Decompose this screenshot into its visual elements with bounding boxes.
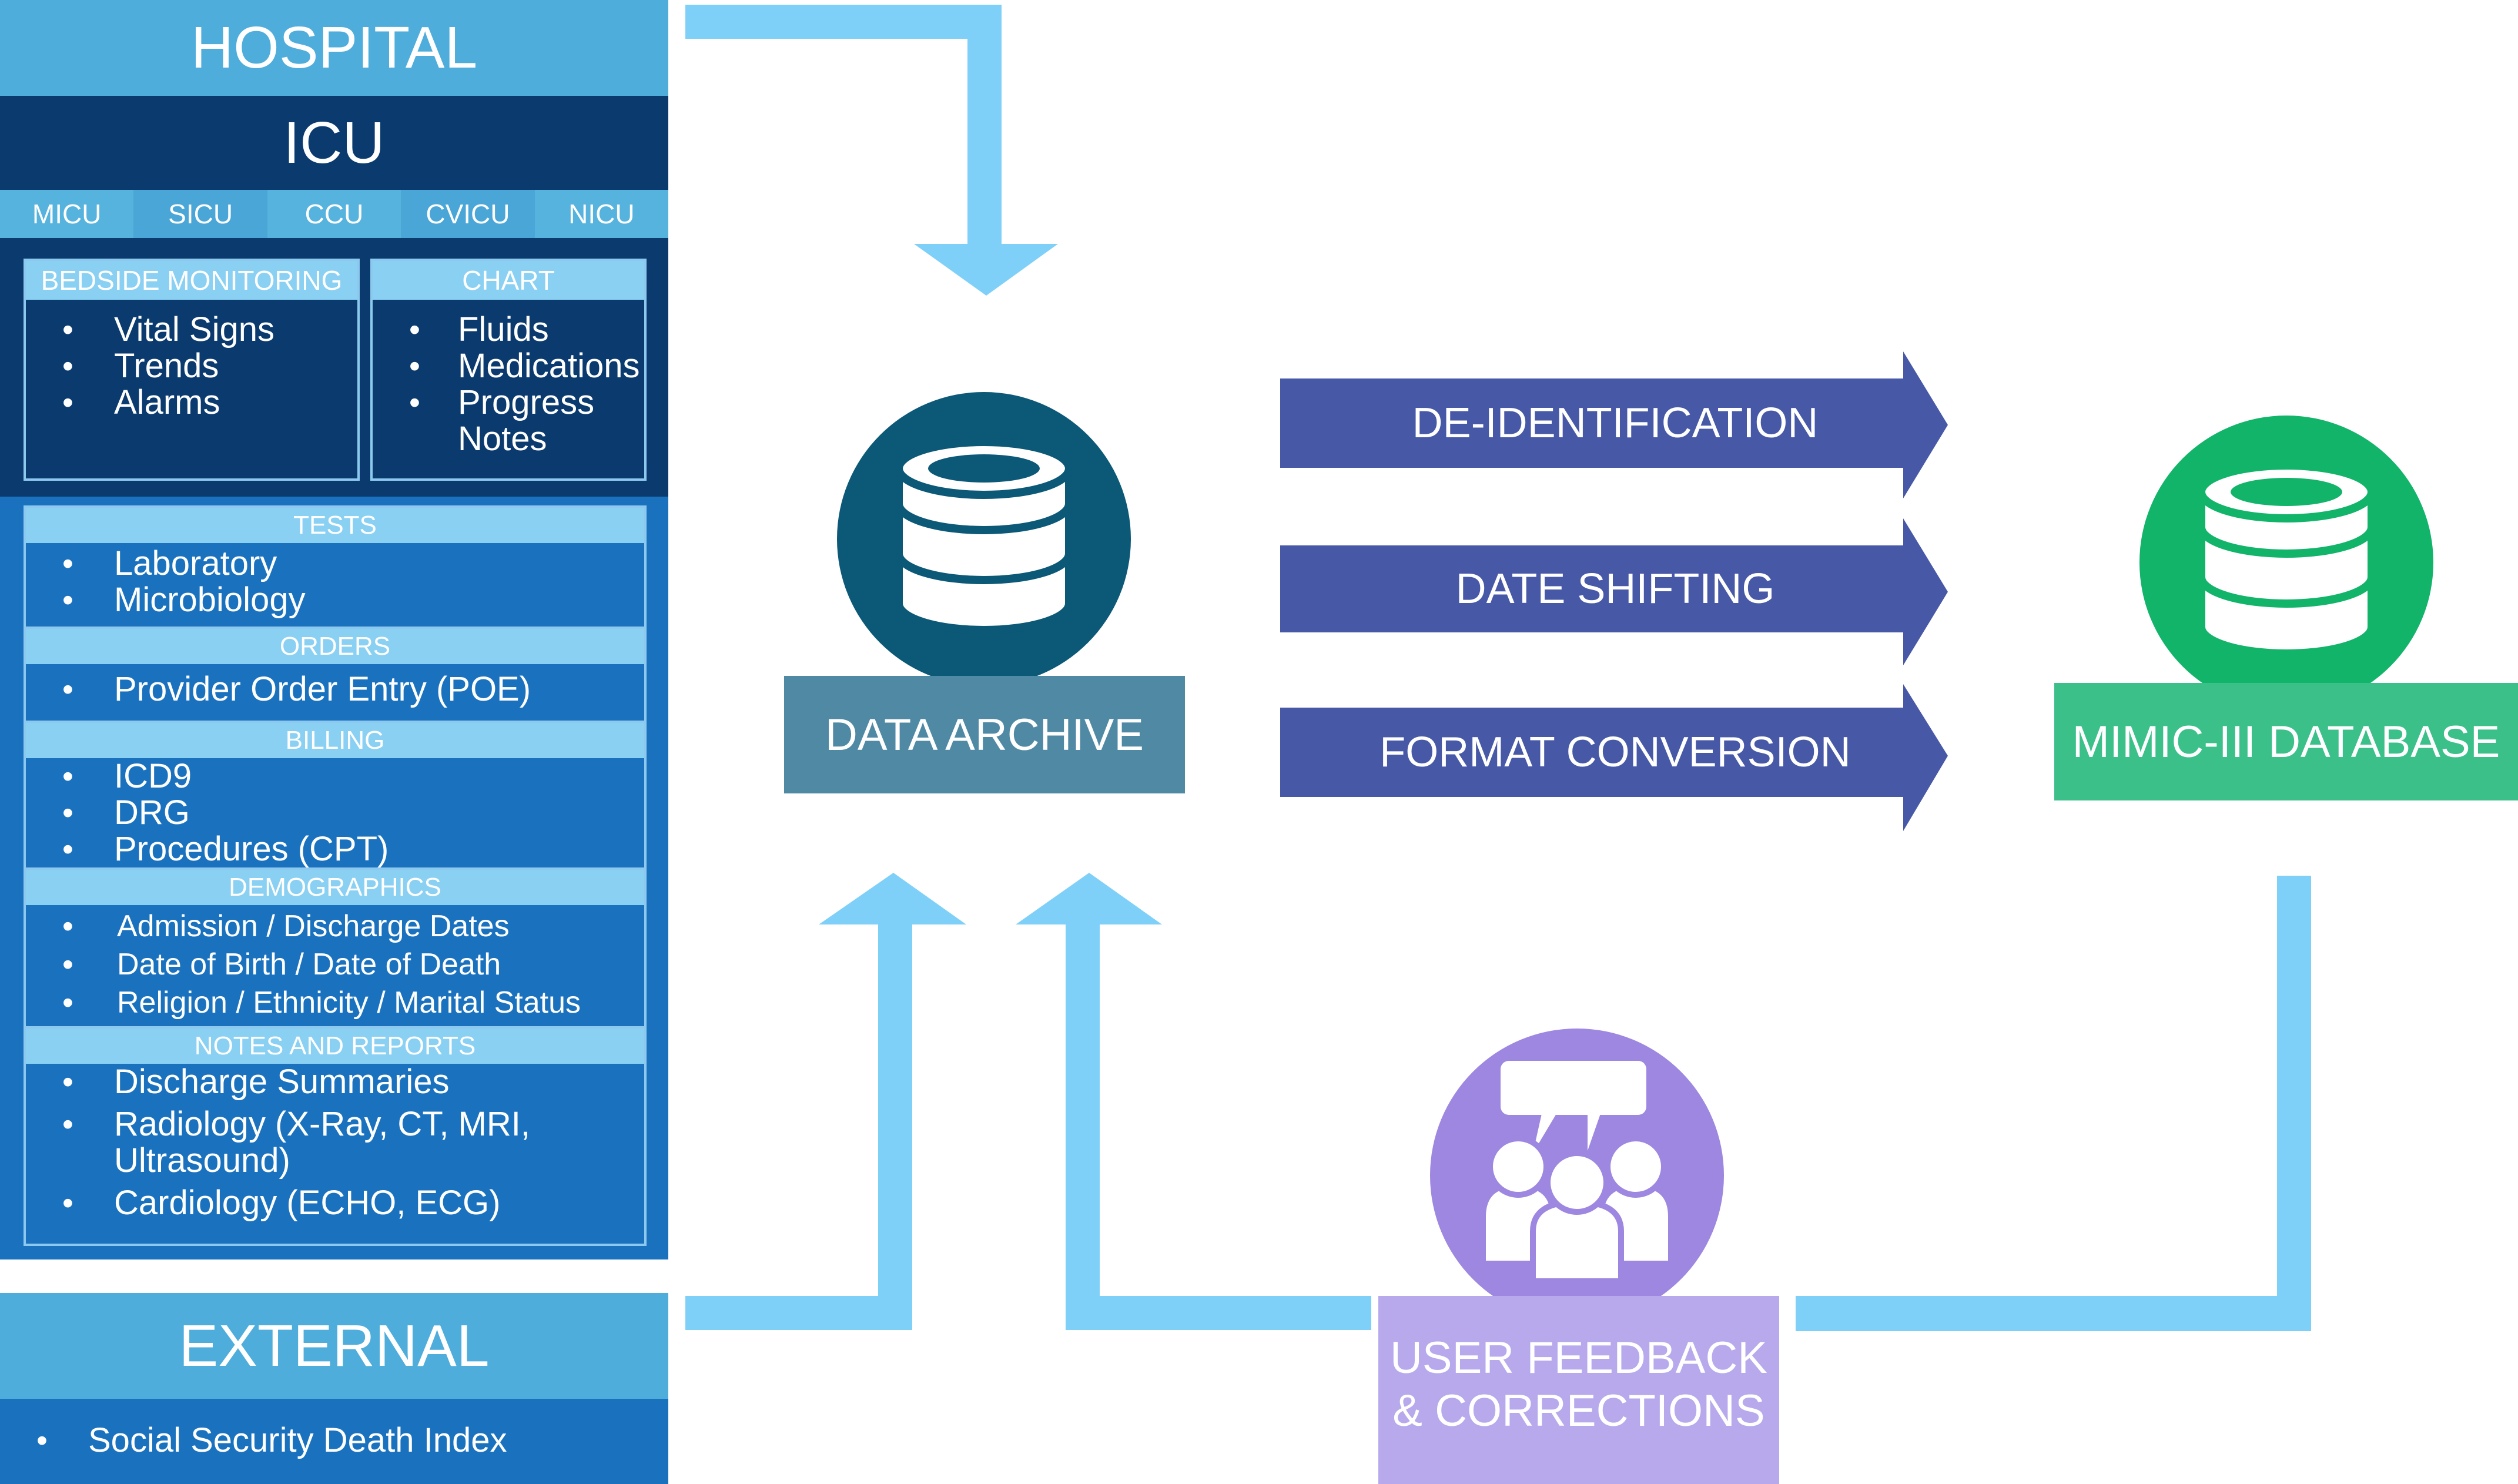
tests-list: Laboratory Microbiology <box>26 545 644 619</box>
database-icon <box>837 392 1131 686</box>
list-item: Medications <box>373 348 644 385</box>
bedside-monitoring-list: Vital Signs Trends Alarms <box>26 311 357 421</box>
unit-sicu: SICU <box>133 190 267 238</box>
list-item: Progress Notes <box>373 384 611 457</box>
unit-micu: MICU <box>0 190 134 238</box>
billing-section: BILLING ICD9 DRG Procedures (CPT) <box>24 723 647 870</box>
bedside-monitoring-heading: BEDSIDE MONITORING <box>26 261 357 300</box>
notes-reports-list: Discharge Summaries Radiology (X-Ray, CT… <box>26 1064 644 1222</box>
list-item: Laboratory <box>26 545 644 582</box>
unit-nicu: NICU <box>534 190 669 238</box>
tests-section: TESTS Laboratory Microbiology <box>24 505 647 629</box>
list-item: Discharge Summaries <box>26 1064 644 1101</box>
external-header: EXTERNAL <box>0 1293 668 1399</box>
list-item: Admission / Discharge Dates <box>26 907 644 946</box>
feedback-to-archive-arrow <box>1016 873 1371 1330</box>
orders-heading: ORDERS <box>26 629 644 664</box>
list-item: Cardiology (ECHO, ECG) <box>26 1185 644 1222</box>
notes-reports-section: NOTES AND REPORTS Discharge Summaries Ra… <box>24 1029 647 1246</box>
billing-heading: BILLING <box>26 723 644 758</box>
hospital-to-archive-arrow <box>685 5 1058 296</box>
list-item: Social Security Death Index <box>0 1422 668 1459</box>
unit-ccu: CCU <box>267 190 401 238</box>
demographics-heading: DEMOGRAPHICS <box>26 870 644 905</box>
list-item: Provider Order Entry (POE) <box>26 671 644 708</box>
chart-box: CHART Fluids Medications Progress Notes <box>370 259 647 481</box>
bedside-monitoring-box: BEDSIDE MONITORING Vital Signs Trends Al… <box>24 259 360 481</box>
orders-section: ORDERS Provider Order Entry (POE) <box>24 629 647 723</box>
list-item: Microbiology <box>26 582 644 619</box>
list-item: ICD9 <box>26 758 644 795</box>
list-item: Fluids <box>373 311 644 349</box>
database-icon <box>2139 416 2433 709</box>
data-archive-label: DATA ARCHIVE <box>784 676 1185 793</box>
chart-list: Fluids Medications Progress Notes <box>373 311 644 457</box>
list-item: Alarms <box>26 384 357 421</box>
user-feedback-label: USER FEEDBACK & CORRECTIONS <box>1378 1296 1779 1484</box>
list-item: Religion / Ethnicity / Marital Status <box>26 984 644 1022</box>
mimic-database-label: MIMIC-III DATABASE <box>2054 683 2518 800</box>
list-item: DRG <box>26 795 644 832</box>
orders-list: Provider Order Entry (POE) <box>26 671 644 708</box>
process-label-de-identification: DE-IDENTIFICATION <box>1412 400 1819 447</box>
list-item: Vital Signs <box>26 311 357 349</box>
people-speech-icon <box>1430 1029 1724 1322</box>
external-list: Social Security Death Index <box>0 1422 668 1459</box>
list-item: Procedures (CPT) <box>26 831 644 868</box>
demographics-list: Admission / Discharge Dates Date of Birt… <box>26 907 644 1022</box>
icu-unit-bar: MICU SICU CCU CVICU NICU <box>0 190 669 238</box>
icu-header: ICU <box>0 96 668 190</box>
list-item: Trends <box>26 348 357 385</box>
list-item: Radiology (X-Ray, CT, MRI, Ultrasound) <box>26 1106 596 1179</box>
unit-cvicu: CVICU <box>401 190 535 238</box>
billing-list: ICD9 DRG Procedures (CPT) <box>26 758 644 868</box>
mimic-to-feedback-line <box>1796 876 2311 1331</box>
notes-reports-heading: NOTES AND REPORTS <box>26 1029 644 1064</box>
user-feedback-line1: USER FEEDBACK <box>1390 1332 1767 1383</box>
external-body: Social Security Death Index <box>0 1399 668 1484</box>
hospital-header: HOSPITAL <box>0 0 668 96</box>
user-feedback-line2: & CORRECTIONS <box>1392 1385 1765 1436</box>
chart-heading: CHART <box>373 261 644 300</box>
external-to-archive-arrow <box>685 873 966 1330</box>
process-label-format-conversion: FORMAT CONVERSION <box>1379 729 1851 776</box>
tests-heading: TESTS <box>26 508 644 543</box>
list-item: Date of Birth / Date of Death <box>26 946 644 984</box>
demographics-section: DEMOGRAPHICS Admission / Discharge Dates… <box>24 870 647 1029</box>
process-label-date-shifting: DATE SHIFTING <box>1455 565 1775 612</box>
